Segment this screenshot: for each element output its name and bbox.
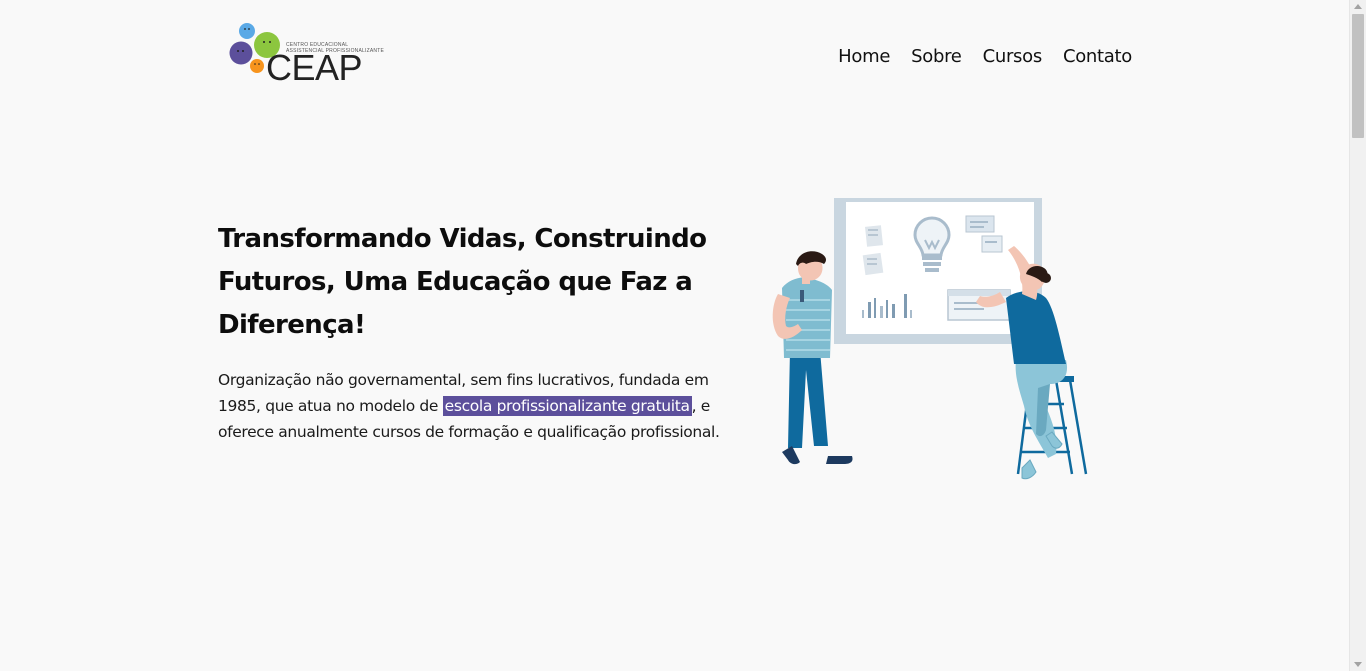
ceap-logo[interactable]: CENTRO EDUCACIONAL ASSISTENCIAL PROFISSI…: [228, 20, 384, 92]
nav-contato-link[interactable]: Contato: [1063, 44, 1132, 70]
page: CENTRO EDUCACIONAL ASSISTENCIAL PROFISSI…: [0, 0, 1349, 671]
nav-cursos-link[interactable]: Cursos: [983, 44, 1043, 70]
logo-wordmark: CEAP: [266, 47, 363, 88]
nav-home-link[interactable]: Home: [838, 44, 890, 70]
nav-sobre-link[interactable]: Sobre: [911, 44, 962, 70]
hero-description: Organização não governamental, sem fins …: [218, 367, 728, 445]
hero-title: Transformando Vidas, Construindo Futuros…: [218, 224, 707, 340]
scroll-up-arrow-icon[interactable]: [1354, 4, 1362, 9]
scrollbar-thumb[interactable]: [1352, 14, 1364, 138]
team-whiteboard-illustration-icon: [772, 198, 1088, 480]
scroll-down-arrow-icon[interactable]: [1354, 662, 1362, 667]
main-nav: Home Sobre Cursos Contato: [838, 44, 1132, 70]
page-scrollbar[interactable]: [1349, 0, 1366, 671]
hero-description-highlight: escola profissionalizante gratuita: [442, 396, 692, 416]
